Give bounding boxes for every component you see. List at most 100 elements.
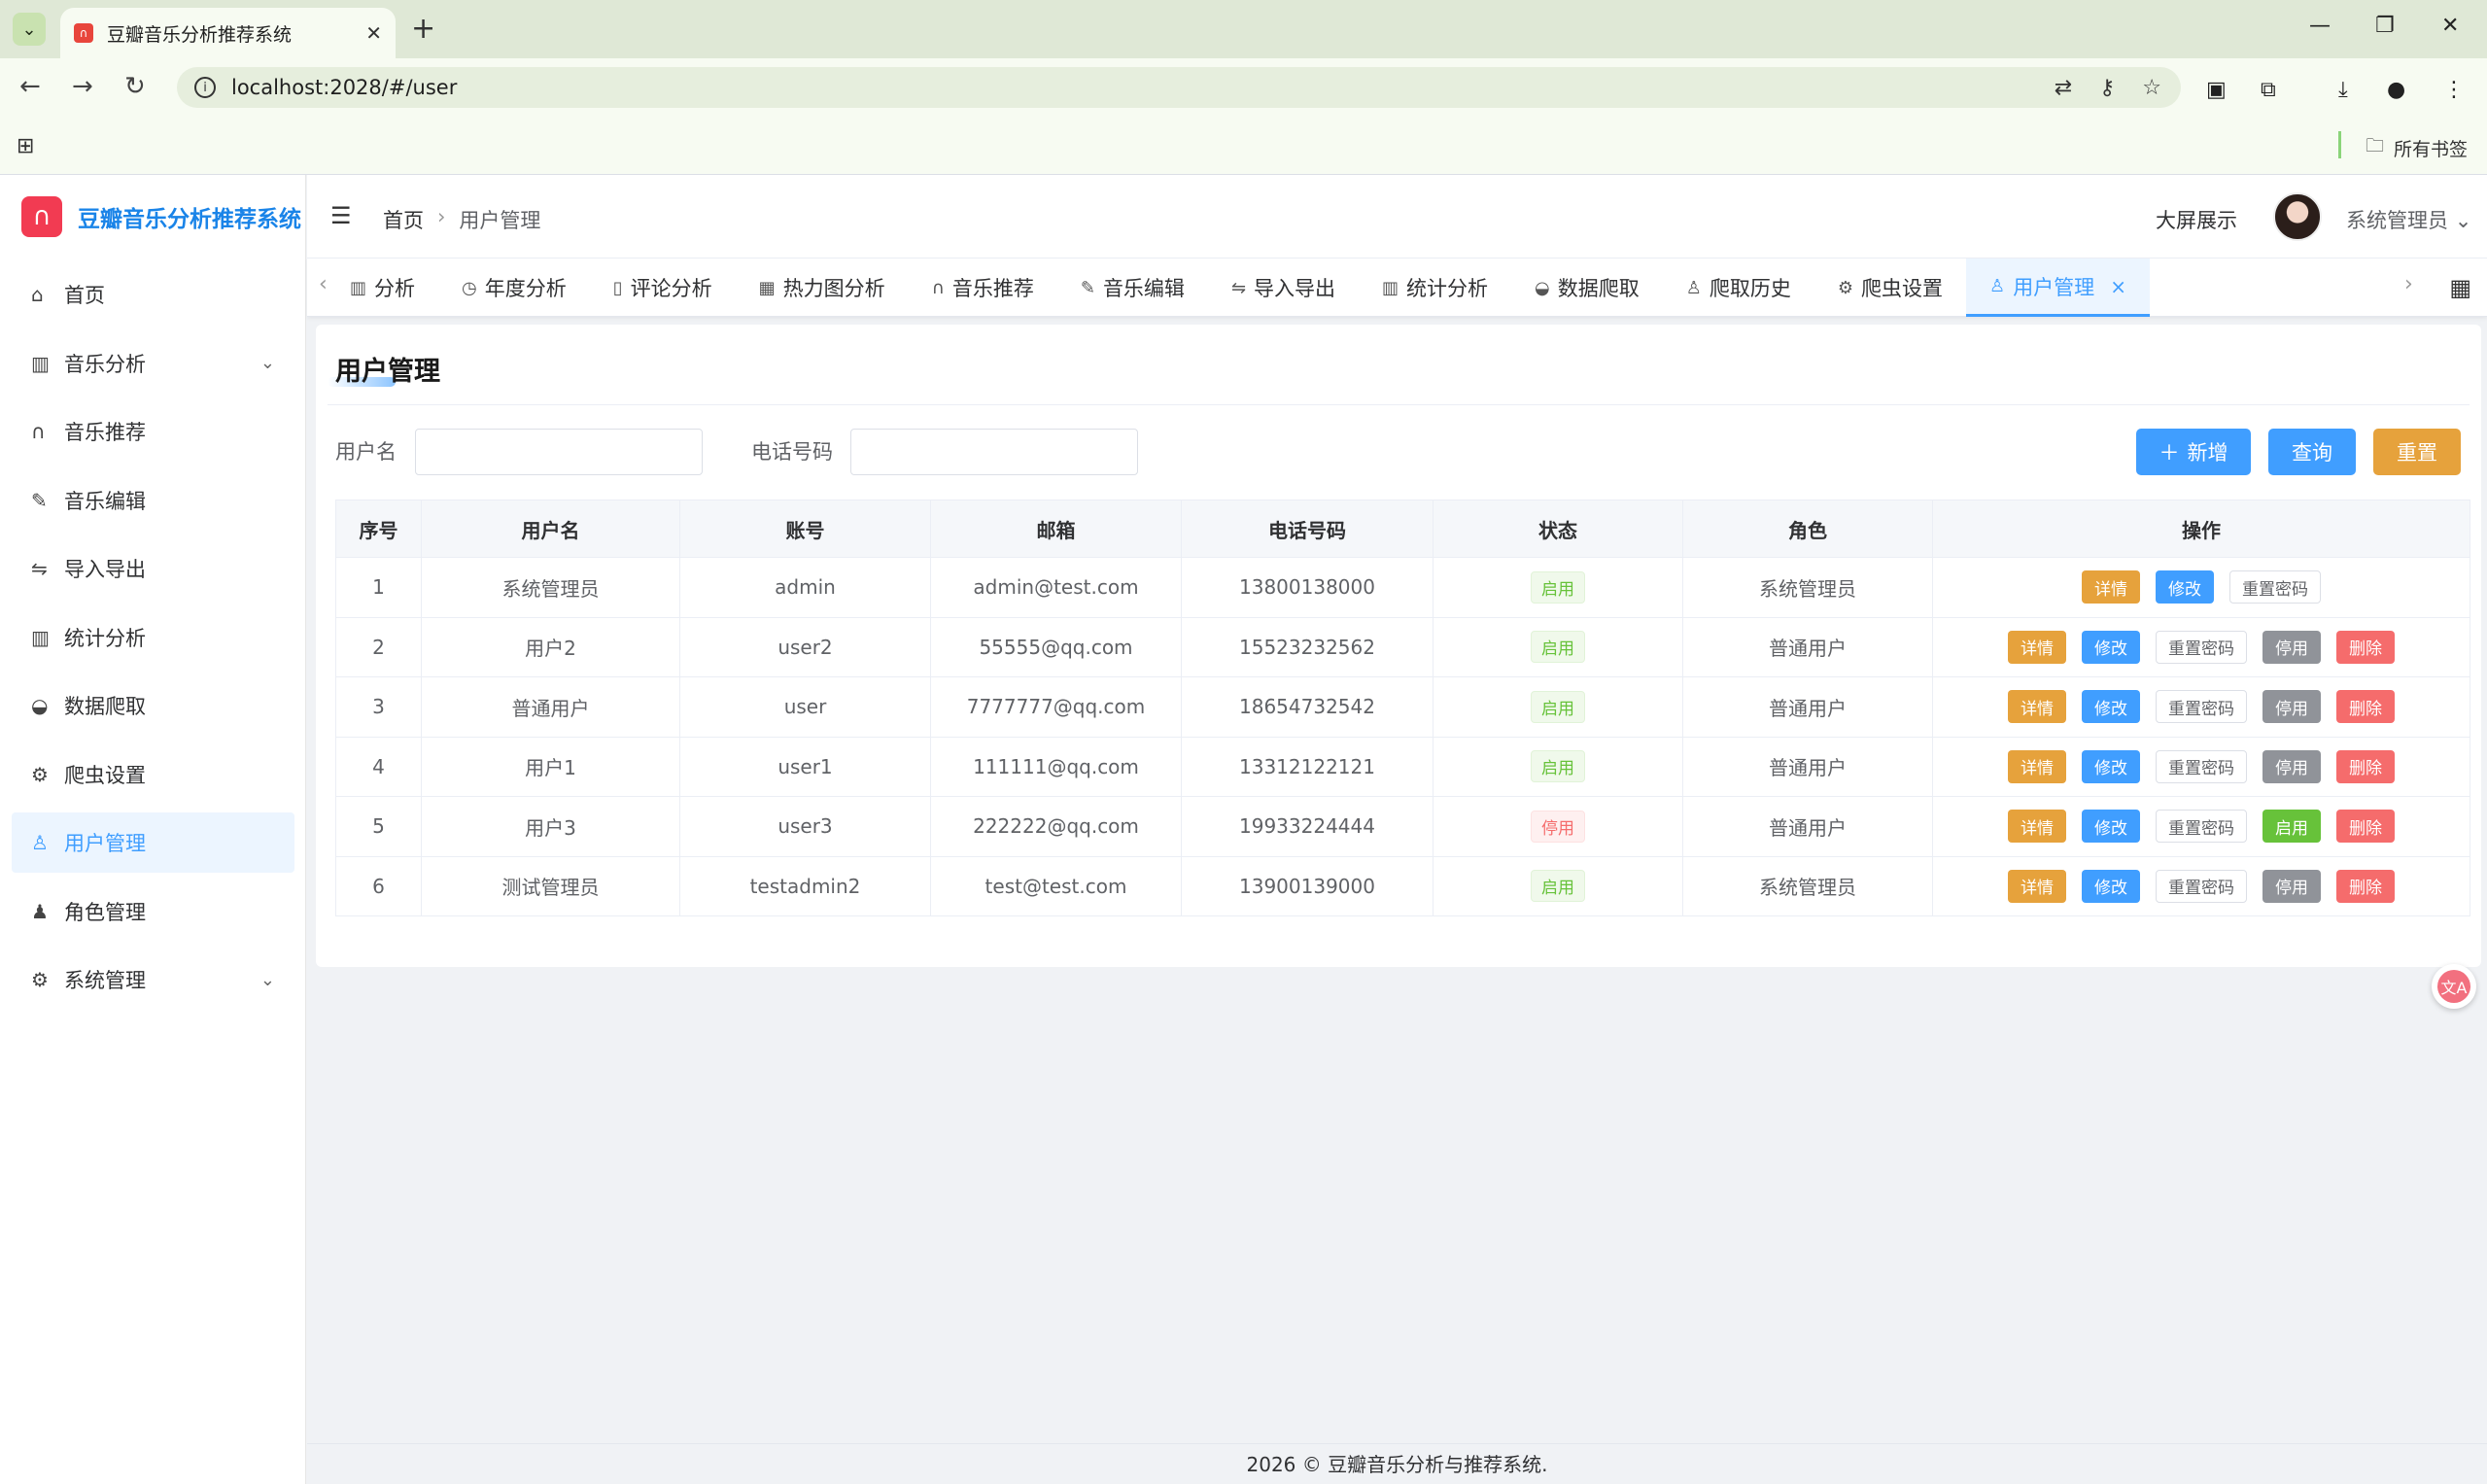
all-bookmarks-button[interactable]: 🗀 所有书签 bbox=[2366, 132, 2468, 163]
delete-button[interactable]: 删除 bbox=[2336, 810, 2395, 844]
sidebar-item[interactable]: ♙ 用户管理 bbox=[12, 812, 294, 873]
restore-icon[interactable]: ❐ bbox=[2375, 14, 2395, 38]
tags-scroll-left-icon[interactable]: ‹ bbox=[319, 272, 328, 296]
main-card: 用户管理 用户名 电话号码 ＋新增 查询 重置 序号 用户名 账号 邮箱 电话号码 状态角… bbox=[316, 325, 2481, 967]
delete-button[interactable]: 删除 bbox=[2336, 749, 2395, 783]
cell-actions: 详情 修改 重置密码 停用 删除 bbox=[1932, 616, 2470, 677]
edit-button[interactable]: 修改 bbox=[2082, 869, 2140, 903]
enable-button[interactable]: 启用 bbox=[2262, 810, 2321, 844]
sidebar-item[interactable]: ▥ 统计分析 bbox=[12, 607, 294, 668]
reload-icon[interactable]: ↻ bbox=[124, 72, 146, 101]
detail-button[interactable]: 详情 bbox=[2082, 570, 2140, 604]
sidebar-item[interactable]: ◒ 数据爬取 bbox=[12, 675, 294, 736]
sidebar-item[interactable]: ▥ 音乐分析 ⌄ bbox=[12, 333, 294, 394]
tag-item[interactable]: ✎ 音乐编辑 bbox=[1057, 259, 1208, 317]
cell-email: admin@test.com bbox=[930, 557, 1182, 618]
tag-item[interactable]: ⇋ 导入导出 bbox=[1208, 259, 1359, 317]
chart-icon: ▥ bbox=[350, 277, 367, 298]
sidebar-item[interactable]: ♟ 角色管理 bbox=[12, 881, 294, 942]
apps-grid-icon[interactable]: ⊞ bbox=[17, 134, 34, 158]
delete-button[interactable]: 删除 bbox=[2336, 630, 2395, 664]
cell-actions: 详情 修改 重置密码 停用 删除 bbox=[1932, 676, 2470, 738]
reset-password-button[interactable]: 重置密码 bbox=[2156, 869, 2247, 903]
tag-item[interactable]: ▦ 热力图分析 bbox=[736, 259, 909, 317]
detail-button[interactable]: 详情 bbox=[2008, 869, 2066, 903]
detail-button[interactable]: 详情 bbox=[2008, 630, 2066, 664]
query-button[interactable]: 查询 bbox=[2268, 429, 2356, 475]
sidebar-item[interactable]: ⚙ 系统管理 ⌄ bbox=[12, 949, 294, 1010]
tag-item[interactable]: ◒ 数据爬取 bbox=[1511, 259, 1663, 317]
browser-tab[interactable]: ∩ 豆瓣音乐分析推荐系统 ✕ bbox=[60, 8, 396, 58]
sidebar-item[interactable]: ⚙ 爬虫设置 bbox=[12, 744, 294, 805]
app-logo[interactable]: ∩ 豆瓣音乐分析推荐系统 bbox=[21, 196, 301, 237]
username-input[interactable] bbox=[415, 429, 703, 475]
reset-password-button[interactable]: 重置密码 bbox=[2156, 690, 2247, 724]
delete-button[interactable]: 删除 bbox=[2336, 869, 2395, 903]
user-menu[interactable]: 系统管理员 ⌄ bbox=[2346, 205, 2471, 234]
download-icon[interactable]: ⤓ bbox=[2338, 78, 2348, 102]
translate-icon[interactable]: ⇄ bbox=[2055, 76, 2072, 100]
tab-search-button[interactable]: ⌄ bbox=[13, 13, 46, 46]
edit-button[interactable]: 修改 bbox=[2082, 749, 2140, 783]
sidebar-item[interactable]: ∩ 音乐推荐 bbox=[12, 401, 294, 462]
tag-item[interactable]: ▥ 分析 bbox=[346, 259, 438, 317]
delete-button[interactable]: 删除 bbox=[2336, 690, 2395, 724]
tags-menu-icon[interactable]: ▦ bbox=[2449, 274, 2471, 301]
cell-actions: 详情 修改 重置密码 启用 删除 bbox=[1932, 796, 2470, 857]
tag-item[interactable]: ∩ 音乐推荐 bbox=[909, 259, 1057, 317]
sidebar-item[interactable]: ⇋ 导入导出 bbox=[12, 538, 294, 599]
reset-button[interactable]: 重置 bbox=[2373, 429, 2461, 475]
bookmarks-bar: ⊞ 🗀 所有书签 bbox=[0, 117, 2487, 175]
tag-item[interactable]: ◷ 年度分析 bbox=[438, 259, 590, 317]
avatar[interactable] bbox=[2273, 192, 2322, 241]
detail-button[interactable]: 详情 bbox=[2008, 749, 2066, 783]
detail-button[interactable]: 详情 bbox=[2008, 810, 2066, 844]
address-url[interactable]: localhost:2028/#/user bbox=[231, 76, 457, 99]
star-icon[interactable]: ☆ bbox=[2142, 76, 2161, 100]
tag-item[interactable]: ♙ 用户管理 × bbox=[1966, 259, 2150, 317]
sidebar-item[interactable]: ✎ 音乐编辑 bbox=[12, 470, 294, 531]
disable-button[interactable]: 停用 bbox=[2262, 749, 2321, 783]
minimize-icon[interactable]: — bbox=[2309, 14, 2331, 38]
disable-button[interactable]: 停用 bbox=[2262, 869, 2321, 903]
disable-button[interactable]: 停用 bbox=[2262, 690, 2321, 724]
reset-password-button[interactable]: 重置密码 bbox=[2156, 749, 2247, 783]
tag-item[interactable]: ▥ 统计分析 bbox=[1359, 259, 1511, 317]
edit-button[interactable]: 修改 bbox=[2082, 690, 2140, 724]
tag-item[interactable]: ⚙ 爬虫设置 bbox=[1814, 259, 1966, 317]
close-tab-icon[interactable]: ✕ bbox=[365, 21, 382, 45]
phone-input[interactable] bbox=[850, 429, 1138, 475]
back-icon[interactable]: ← bbox=[19, 72, 41, 101]
extensions-icon[interactable]: ⧉ bbox=[2261, 78, 2276, 102]
tags-scroll-right-icon[interactable]: › bbox=[2404, 272, 2413, 296]
new-tab-button[interactable]: + bbox=[411, 12, 435, 46]
profile-avatar-icon[interactable]: ● bbox=[2387, 78, 2405, 102]
transfer-icon: ⇋ bbox=[1230, 277, 1247, 298]
detail-button[interactable]: 详情 bbox=[2008, 690, 2066, 724]
window-close-icon[interactable]: ✕ bbox=[2441, 14, 2459, 38]
breadcrumb-home[interactable]: 首页 bbox=[383, 205, 424, 234]
site-info-icon[interactable]: i bbox=[194, 77, 216, 98]
edit-button[interactable]: 修改 bbox=[2082, 810, 2140, 844]
forward-icon[interactable]: → bbox=[72, 72, 93, 101]
address-bar[interactable]: i localhost:2028/#/user ⇄ ⚷ ☆ bbox=[177, 67, 2181, 108]
edit-button[interactable]: 修改 bbox=[2082, 630, 2140, 664]
big-screen-link[interactable]: 大屏展示 bbox=[2156, 205, 2237, 234]
key-icon[interactable]: ⚷ bbox=[2099, 76, 2115, 100]
more-menu-icon[interactable]: ⋮ bbox=[2443, 78, 2465, 102]
reset-password-button[interactable]: 重置密码 bbox=[2229, 570, 2321, 604]
edit-button[interactable]: 修改 bbox=[2156, 570, 2214, 604]
browser-tab-title: 豆瓣音乐分析推荐系统 bbox=[107, 23, 293, 46]
menu-toggle-icon[interactable]: ☰ bbox=[330, 202, 352, 229]
tag-item[interactable]: ♙ 爬取历史 bbox=[1663, 259, 1814, 317]
add-button[interactable]: ＋ 新增 bbox=[2136, 429, 2251, 475]
reset-password-button[interactable]: 重置密码 bbox=[2156, 630, 2247, 664]
disable-button[interactable]: 停用 bbox=[2262, 630, 2321, 664]
sidebar-item[interactable]: ⌂ 首页 bbox=[12, 264, 294, 325]
cell-actions: 详情 修改 重置密码 停用 删除 bbox=[1932, 736, 2470, 797]
tag-item[interactable]: ▯ 评论分析 bbox=[590, 259, 736, 317]
close-tag-icon[interactable]: × bbox=[2110, 275, 2126, 298]
reset-password-button[interactable]: 重置密码 bbox=[2156, 810, 2247, 844]
terminal-extension-icon[interactable]: ▣ bbox=[2206, 78, 2227, 102]
translate-float-button[interactable]: 文A bbox=[2432, 964, 2476, 1009]
